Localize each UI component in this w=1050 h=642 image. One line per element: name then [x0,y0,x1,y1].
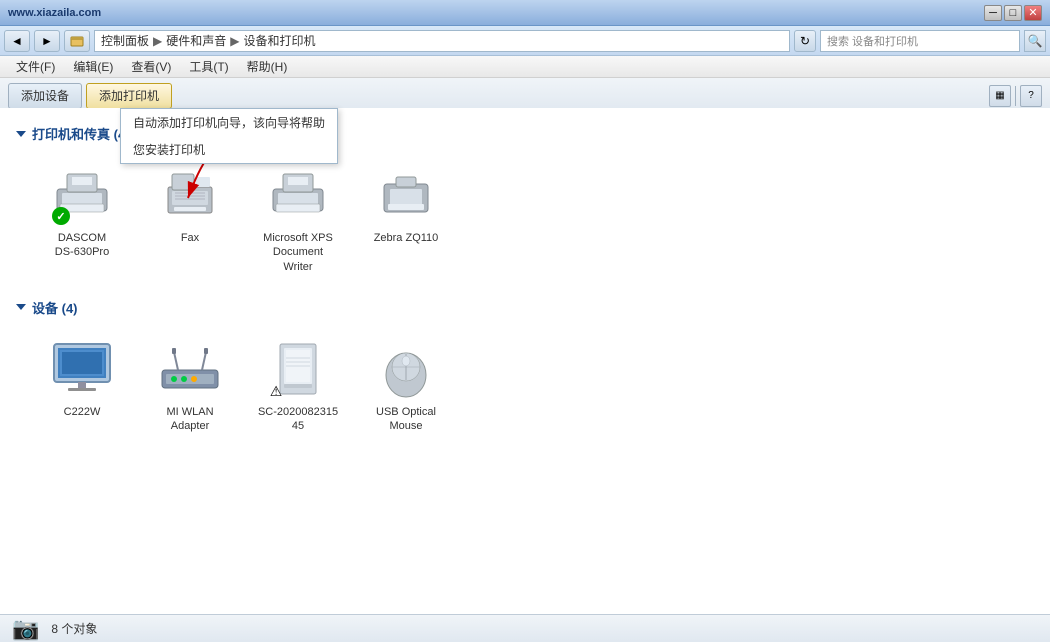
main-content: 打印机和传真 (4) ✓ DASCOMDS-630Pro [0,108,1050,614]
toolbar-divider [1015,86,1016,106]
printer-zebra[interactable]: Zebra ZQ110 [356,155,456,282]
device-router-label: MI WLANAdapter [166,405,213,434]
menu-edit[interactable]: 编辑(E) [65,56,121,77]
site-url: www.xiazaila.com [8,7,101,19]
device-mouse-label: USB OpticalMouse [376,405,436,434]
tooltip-item-1[interactable]: 自动添加打印机向导，该向导将帮助 [121,109,337,136]
printer-dascom[interactable]: ✓ DASCOMDS-630Pro [32,155,132,282]
devices-section-header: 设备 (4) [16,298,1034,317]
forward-button[interactable]: ► [34,30,60,52]
breadcrumb-item-1: 控制面板 [101,32,149,49]
printer-tooltip-menu: 自动添加打印机向导，该向导将帮助 您安装打印机 [120,108,338,164]
device-mouse[interactable]: USB OpticalMouse [356,329,456,442]
device-router[interactable]: MI WLANAdapter [140,329,240,442]
breadcrumb-item-3: 设备和打印机 [244,32,316,49]
device-router-icon [158,337,222,401]
status-bar: 📷 8 个对象 [0,614,1050,642]
scanner-warning-badge: ⚠ [266,383,286,401]
printer-fax-label: Fax [181,231,199,245]
search-button[interactable]: 🔍 [1024,30,1046,52]
printer-fax[interactable]: Fax [140,155,240,282]
device-scanner[interactable]: ⚠ SC-202008231545 [248,329,348,442]
back-button[interactable]: ◄ [4,30,30,52]
title-bar: www.xiazaila.com ─ □ ✕ [0,0,1050,26]
add-printer-button[interactable]: 添加打印机 [86,83,172,109]
toolbar-right: ▦ ? [989,85,1042,107]
devices-triangle-icon [16,304,26,310]
device-monitor[interactable]: C222W [32,329,132,442]
close-button[interactable]: ✕ [1024,5,1042,21]
device-monitor-label: C222W [64,405,101,419]
printers-triangle-icon [16,131,26,137]
help-button[interactable]: ? [1020,85,1042,107]
breadcrumb-sep-1: ▶ [153,34,162,48]
menu-help[interactable]: 帮助(H) [239,56,296,77]
printers-section-title: 打印机和传真 (4) [32,124,130,143]
minimize-button[interactable]: ─ [984,5,1002,21]
menu-tools[interactable]: 工具(T) [181,56,236,77]
default-printer-badge: ✓ [52,207,70,225]
view-options-button[interactable]: ▦ [989,85,1011,107]
printer-fax-icon [158,163,222,227]
printers-grid: ✓ DASCOMDS-630Pro [16,155,1034,282]
printer-zebra-icon [374,163,438,227]
add-device-button[interactable]: 添加设备 [8,83,82,109]
menu-view[interactable]: 查看(V) [123,56,179,77]
printer-zebra-label: Zebra ZQ110 [374,231,439,245]
status-text: 8 个对象 [51,620,97,637]
menu-file[interactable]: 文件(F) [8,56,63,77]
printer-dascom-icon: ✓ [50,163,114,227]
device-scanner-icon: ⚠ [266,337,330,401]
devices-section-title: 设备 (4) [32,298,78,317]
printer-xps-label: Microsoft XPSDocumentWriter [263,231,333,274]
maximize-button[interactable]: □ [1004,5,1022,21]
address-bar: ◄ ► 控制面板 ▶ 硬件和声音 ▶ 设备和打印机 ↻ 搜索 设备和打印机 🔍 [0,26,1050,56]
breadcrumb[interactable]: 控制面板 ▶ 硬件和声音 ▶ 设备和打印机 [94,30,790,52]
tooltip-item-2[interactable]: 您安装打印机 [121,136,337,163]
device-scanner-label: SC-202008231545 [258,405,338,434]
printer-dascom-label: DASCOMDS-630Pro [55,231,109,260]
location-button[interactable] [64,30,90,52]
search-bar[interactable]: 搜索 设备和打印机 [820,30,1020,52]
refresh-button[interactable]: ↻ [794,30,816,52]
printer-xps[interactable]: Microsoft XPSDocumentWriter [248,155,348,282]
printer-xps-icon [266,163,330,227]
device-mouse-icon [374,337,438,401]
window-controls: ─ □ ✕ [984,5,1042,21]
devices-grid: C222W MI WLAN [16,329,1034,442]
menu-bar: 文件(F) 编辑(E) 查看(V) 工具(T) 帮助(H) [0,56,1050,78]
device-monitor-icon [50,337,114,401]
status-icon: 📷 [12,616,39,642]
breadcrumb-sep-2: ▶ [230,34,239,48]
breadcrumb-item-2: 硬件和声音 [166,32,226,49]
search-placeholder: 搜索 设备和打印机 [827,33,918,49]
